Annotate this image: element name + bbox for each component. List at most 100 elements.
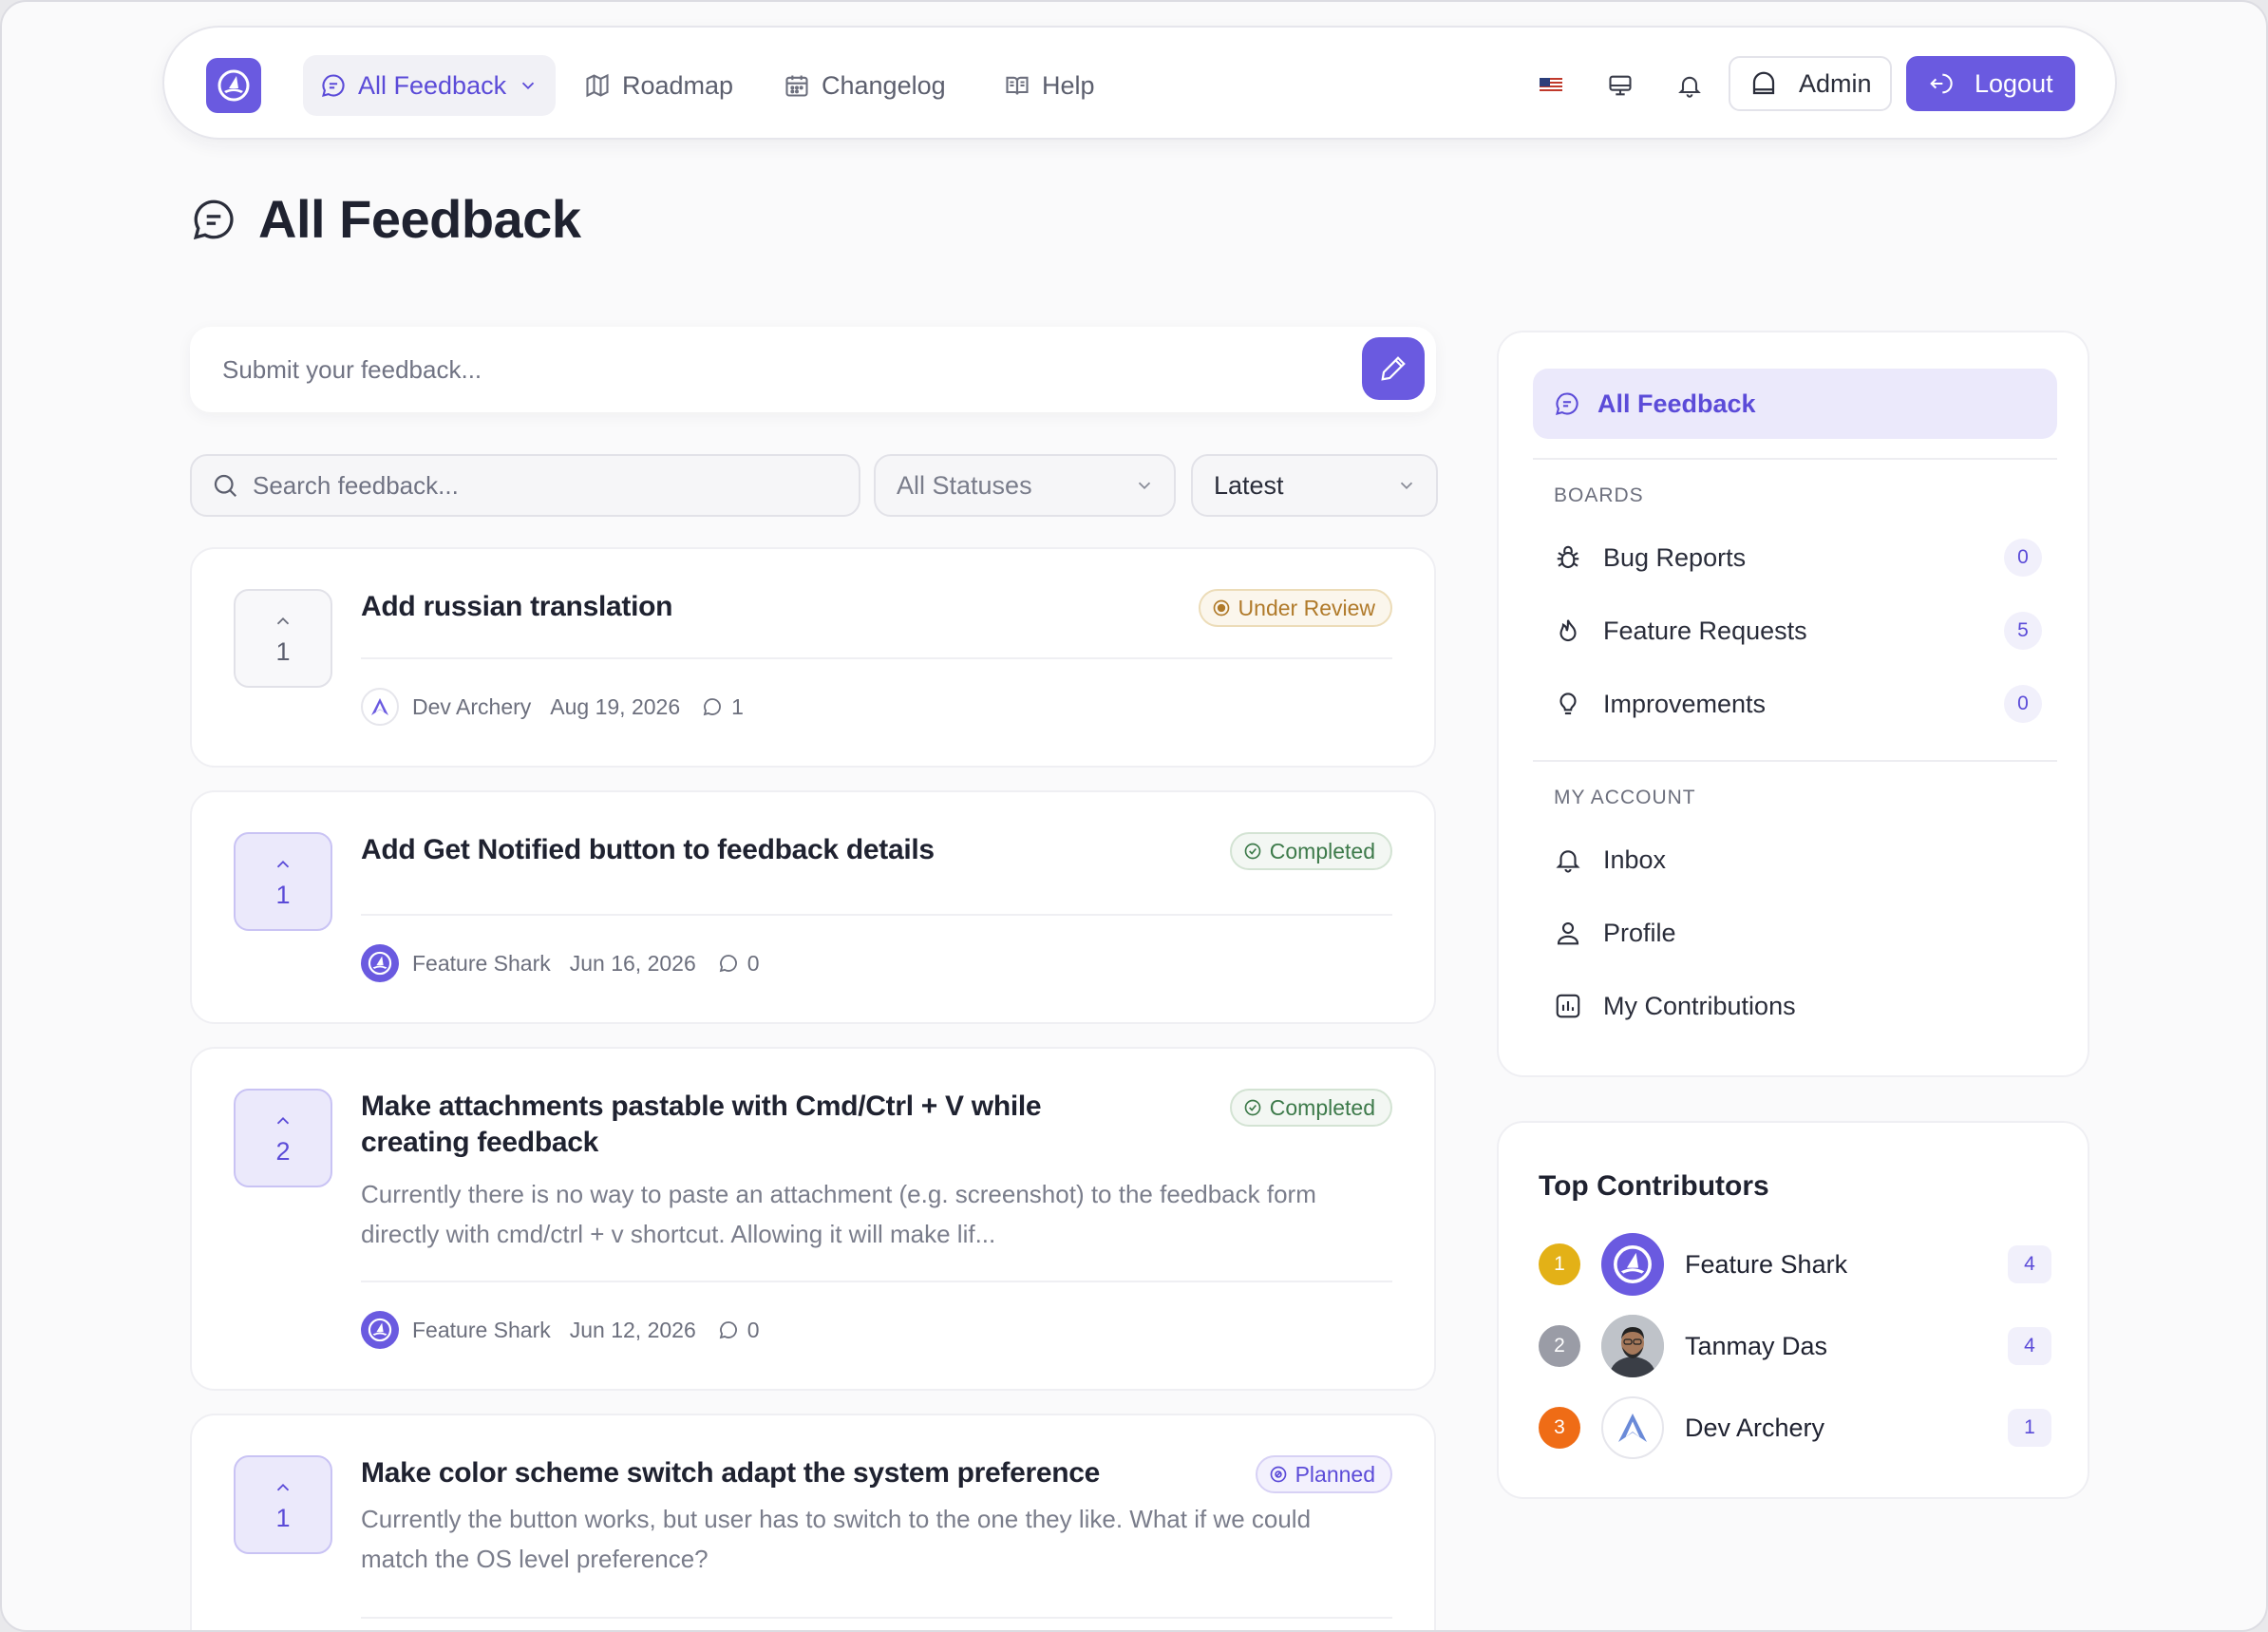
author-name[interactable]: Feature Shark	[412, 1318, 551, 1343]
message-circle-icon	[1556, 392, 1578, 415]
shark-logo-icon	[1614, 1245, 1652, 1283]
vote-count: 2	[275, 1136, 291, 1166]
status-label: Under Review	[1238, 595, 1375, 620]
chevron-up-icon	[276, 1483, 290, 1490]
account-heading: MY ACCOUNT	[1554, 787, 1696, 808]
app-logo[interactable]	[206, 58, 261, 113]
language-flag-button[interactable]	[1527, 62, 1575, 109]
upvote-button[interactable]: 1	[234, 589, 332, 688]
nav-roadmap[interactable]: Roadmap	[567, 55, 750, 116]
upvote-button[interactable]: 2	[234, 1089, 332, 1187]
rank-badge: 2	[1539, 1325, 1580, 1367]
sidebar-item-label: Bug Reports	[1603, 542, 1747, 572]
vote-count: 1	[275, 636, 291, 666]
search-icon	[214, 474, 237, 498]
sidebar-item-all-feedback[interactable]: All Feedback	[1533, 369, 2057, 439]
nav-label: Help	[1042, 70, 1095, 100]
feedback-meta: Dev Archery Aug 19, 2026 1	[361, 688, 744, 726]
board-count: 0	[2004, 539, 2042, 577]
comment-count-value: 1	[731, 693, 744, 719]
feedback-card[interactable]: 1 Make color scheme switch adapt the sys…	[190, 1414, 1436, 1630]
upvote-button[interactable]: 1	[234, 1455, 332, 1554]
comment-count[interactable]: 0	[717, 951, 760, 977]
search-field[interactable]	[190, 454, 860, 517]
comment-count[interactable]: 1	[701, 694, 744, 720]
search-input[interactable]	[253, 470, 822, 501]
board-count: 0	[2004, 685, 2042, 723]
check-circle-icon	[1244, 843, 1261, 860]
feedback-card[interactable]: 1 Add russian translation Under Review D…	[190, 547, 1436, 768]
contributor-row[interactable]: 3 Dev Archery 1	[1539, 1396, 2051, 1459]
comment-icon	[719, 955, 737, 973]
admin-button[interactable]: Admin	[1729, 56, 1892, 111]
avatar	[1601, 1315, 1664, 1377]
contributor-name: Dev Archery	[1685, 1413, 1825, 1442]
sidebar-item-improvements[interactable]: Improvements 0	[1554, 680, 2042, 728]
author-name[interactable]: Dev Archery	[412, 694, 531, 720]
sidebar-item-feature-requests[interactable]: Feature Requests 5	[1554, 607, 2042, 655]
feedback-title[interactable]: Make color scheme switch adapt the syste…	[361, 1455, 1140, 1491]
bug-icon	[1557, 545, 1579, 569]
top-contributors-title: Top Contributors	[1539, 1170, 1769, 1202]
contribution-count: 1	[2008, 1409, 2051, 1447]
review-icon	[1213, 599, 1229, 617]
chart-icon	[1556, 994, 1580, 1018]
us-flag-icon	[1540, 78, 1562, 93]
sort-select[interactable]: Latest	[1191, 454, 1438, 517]
comment-count[interactable]: 0	[717, 1318, 760, 1343]
status-badge: Completed	[1229, 1089, 1392, 1127]
author-name[interactable]: Feature Shark	[412, 951, 551, 977]
comment-count-value: 0	[747, 950, 760, 976]
nav-all-feedback[interactable]: All Feedback	[303, 55, 557, 116]
message-circle-icon	[193, 199, 234, 239]
shark-logo-icon	[217, 69, 250, 102]
bell-icon	[1678, 76, 1701, 98]
book-icon	[1006, 76, 1029, 95]
check-circle-icon	[1244, 1099, 1261, 1116]
sidebar-item-label: All Feedback	[1597, 389, 1756, 418]
feedback-title[interactable]: Make attachments pastable with Cmd/Ctrl …	[361, 1089, 1140, 1161]
compose-button[interactable]	[1362, 337, 1425, 400]
comment-icon	[719, 1321, 737, 1339]
sidebar-item-my-contributions[interactable]: My Contributions	[1554, 982, 2042, 1030]
card-divider	[361, 914, 1392, 916]
theme-toggle-button[interactable]	[1597, 62, 1644, 109]
status-badge: Planned	[1255, 1455, 1392, 1493]
boards-heading: BOARDS	[1554, 484, 1644, 506]
status-filter-select[interactable]: All Statuses	[874, 454, 1176, 517]
nav-label: All Feedback	[358, 70, 507, 100]
contributor-row[interactable]: 2 Tanmay Das 4	[1539, 1315, 2051, 1377]
feedback-card[interactable]: 2 Make attachments pastable with Cmd/Ctr…	[190, 1047, 1436, 1391]
submit-feedback-box	[190, 327, 1436, 412]
nav-changelog[interactable]: Changelog	[766, 55, 963, 116]
sidebar-item-label: Profile	[1603, 918, 1676, 947]
message-circle-icon	[322, 74, 345, 97]
nav-help[interactable]: Help	[987, 55, 1112, 116]
shark-logo-icon	[368, 1318, 392, 1342]
contributor-row[interactable]: 1 Feature Shark 4	[1539, 1233, 2051, 1296]
sidebar-item-label: Feature Requests	[1603, 616, 1807, 645]
bell-icon	[1556, 850, 1580, 873]
chevron-up-icon	[276, 617, 290, 624]
logout-button[interactable]: Logout	[1906, 56, 2075, 111]
sidebar-item-bug-reports[interactable]: Bug Reports 0	[1554, 534, 2042, 581]
monitor-icon	[1609, 75, 1632, 96]
page-title: All Feedback	[258, 189, 581, 249]
status-badge: Completed	[1229, 832, 1392, 870]
submit-feedback-input[interactable]	[222, 327, 1314, 412]
notifications-button[interactable]	[1666, 62, 1713, 109]
sidebar-item-inbox[interactable]: Inbox	[1554, 836, 2042, 883]
author-avatar	[361, 944, 399, 982]
feedback-card[interactable]: 1 Add Get Notified button to feedback de…	[190, 790, 1436, 1024]
archery-logo-icon	[371, 698, 388, 715]
pencil-icon	[1381, 356, 1406, 381]
page-header: All Feedback	[190, 188, 581, 250]
sort-value: Latest	[1214, 470, 1284, 500]
upvote-button[interactable]: 1	[234, 832, 332, 931]
user-photo-icon	[1601, 1315, 1664, 1377]
sidebar-item-profile[interactable]: Profile	[1554, 909, 2042, 957]
sidebar-item-label: My Contributions	[1603, 991, 1796, 1020]
chevron-up-icon	[276, 1116, 290, 1124]
feedback-title[interactable]: Add Get Notified button to feedback deta…	[361, 832, 1140, 868]
feedback-title[interactable]: Add russian translation	[361, 589, 1140, 625]
